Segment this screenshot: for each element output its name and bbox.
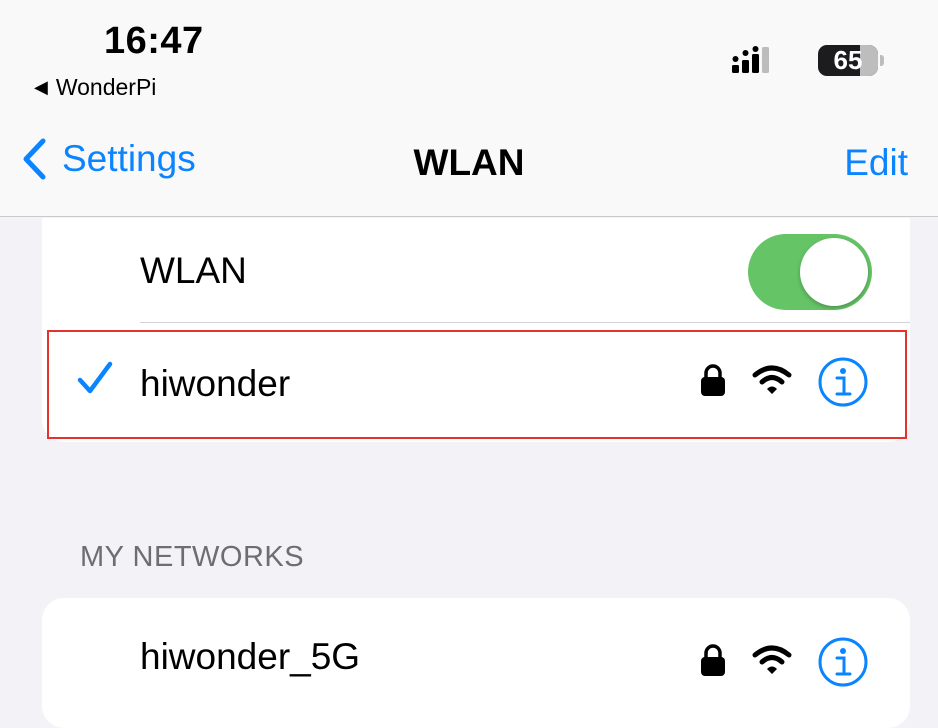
cellular-signal-icon	[732, 46, 769, 73]
edit-button[interactable]: Edit	[844, 142, 908, 184]
info-icon[interactable]	[817, 636, 869, 688]
back-to-app[interactable]: ◀ WonderPi	[34, 74, 156, 101]
highlight-box	[47, 330, 907, 439]
status-time: 16:47	[104, 20, 204, 62]
page-title: WLAN	[413, 142, 525, 183]
battery-cap	[880, 55, 884, 66]
network-row-hiwonder-5g[interactable]: hiwonder_5G	[42, 598, 910, 728]
wifi-signal-icon	[752, 645, 792, 674]
wlan-toggle[interactable]	[748, 234, 872, 310]
my-networks-card: hiwonder_5G	[42, 598, 910, 728]
wlan-toggle-row: WLAN	[42, 218, 910, 322]
wlan-label: WLAN	[140, 250, 247, 291]
battery-icon: 65	[818, 45, 878, 76]
back-app-label: WonderPi	[55, 74, 157, 100]
top-bar: 16:47 ◀ WonderPi 65 Settings WLAN Edit	[0, 0, 938, 217]
toggle-knob	[800, 238, 868, 306]
battery-level: 65	[833, 45, 863, 75]
lock-icon	[701, 644, 725, 676]
back-triangle-icon: ◀	[34, 77, 48, 97]
my-networks-header: MY NETWORKS	[80, 541, 305, 573]
network-name: hiwonder_5G	[140, 636, 361, 677]
